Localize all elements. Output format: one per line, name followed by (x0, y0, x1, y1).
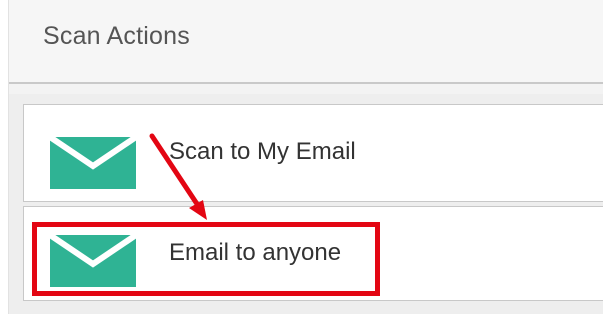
action-email-to-anyone[interactable]: Email to anyone (23, 206, 603, 301)
action-scan-to-my-email[interactable]: Scan to My Email (23, 104, 603, 202)
actions-list: Scan to My Email Email to anyone (9, 94, 603, 314)
action-label: Scan to My Email (169, 138, 356, 165)
envelope-icon (50, 235, 136, 287)
envelope-icon (50, 137, 136, 189)
panel-header: Scan Actions (9, 0, 603, 84)
scan-actions-panel: Scan Actions Scan to My Email Email to a… (8, 0, 603, 314)
action-label: Email to anyone (169, 239, 342, 266)
panel-title: Scan Actions (43, 22, 190, 50)
